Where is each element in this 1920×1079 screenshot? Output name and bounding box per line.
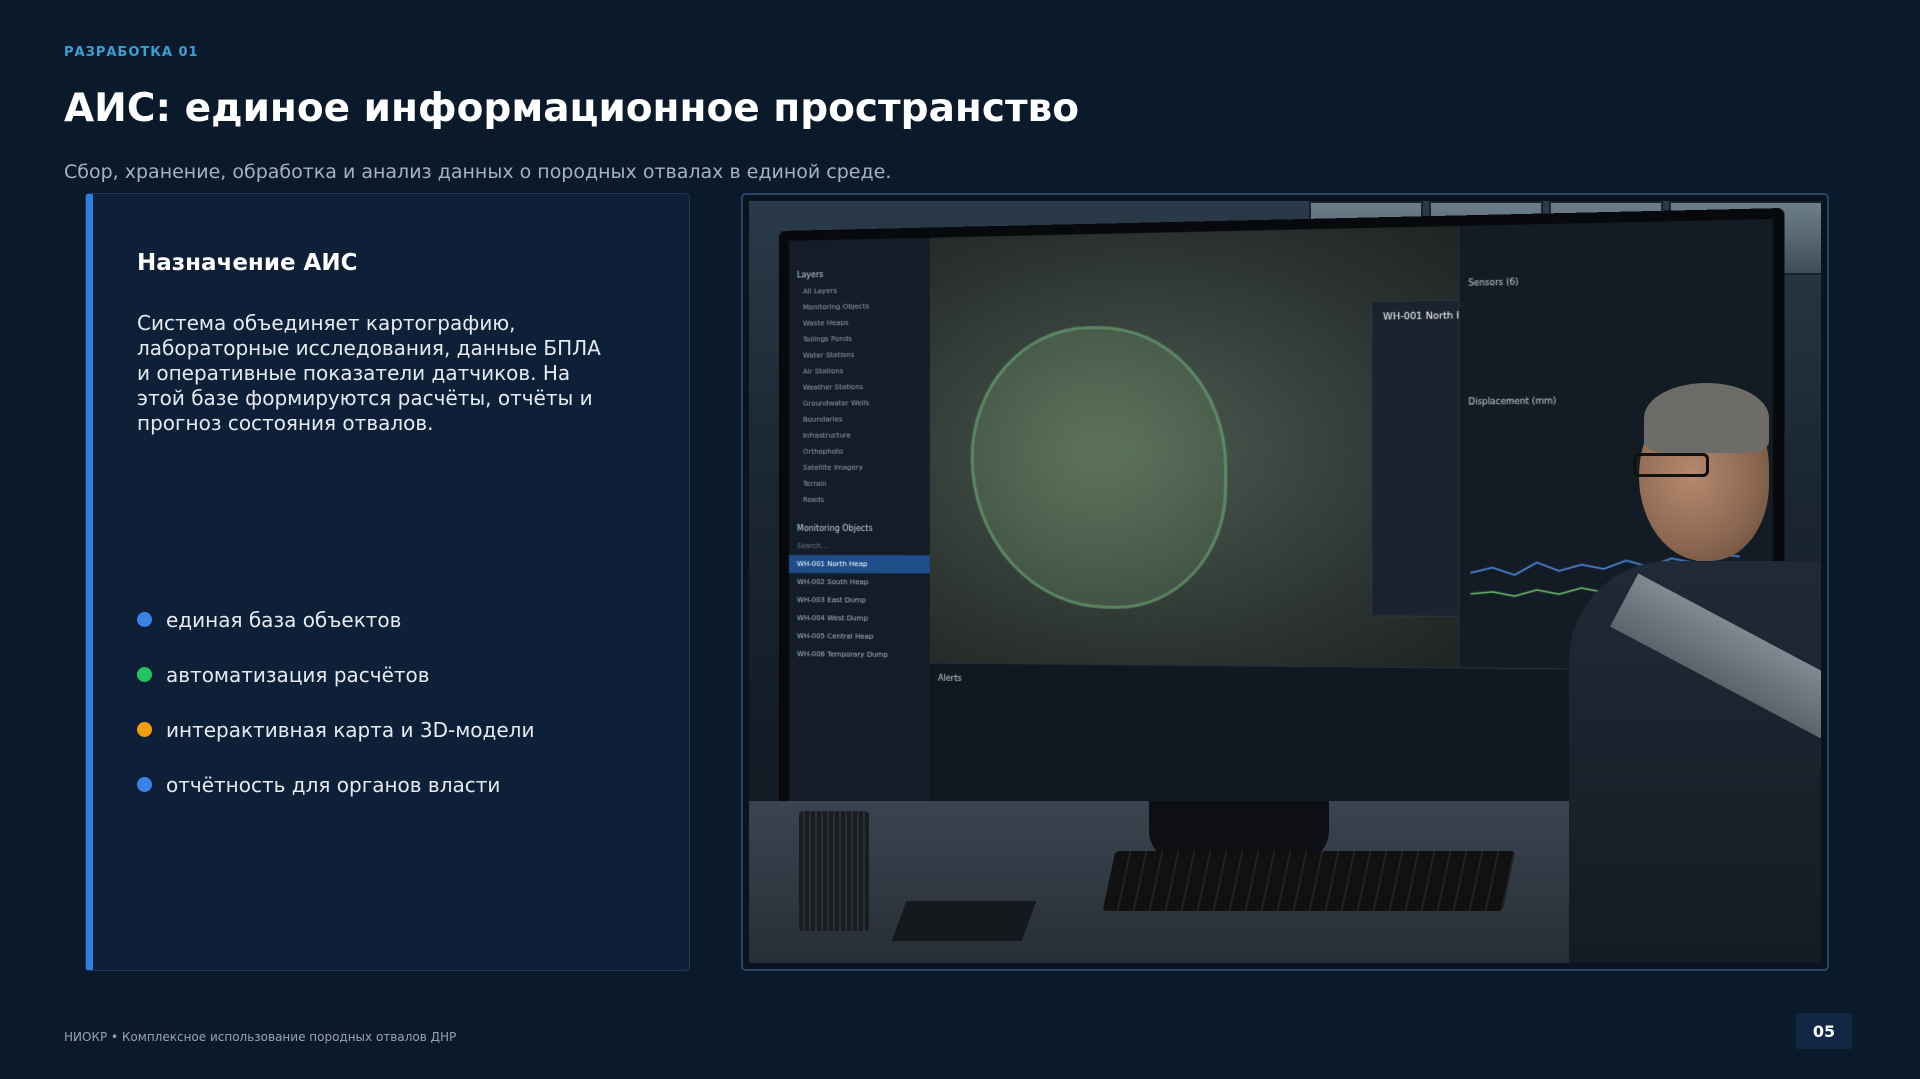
- feature-label: единая база объектов: [166, 608, 401, 632]
- photo-frame: Layers All Layers Monitoring Objects Was…: [741, 193, 1829, 971]
- layer-item: Roads: [789, 492, 930, 508]
- object-item: WH-006 Temporary Dump: [789, 645, 930, 664]
- layer-item: Orthophoto: [789, 443, 930, 460]
- layer-item: Groundwater Wells: [789, 394, 930, 411]
- layer-item: Water Stations: [789, 346, 930, 364]
- object-search: Search...: [789, 537, 930, 555]
- purpose-card: Назначение АИС Система объединяет картог…: [85, 193, 690, 971]
- object-item: WH-004 West Dump: [789, 609, 930, 628]
- page-subtitle: Сбор, хранение, обработка и анализ данны…: [64, 161, 891, 183]
- card-description: Система объединяет картографию, лаборато…: [137, 311, 607, 436]
- slide: РАЗРАБОТКА 01 АИС: единое информационное…: [0, 0, 1920, 1079]
- operator-person: [1549, 361, 1821, 963]
- notebook: [892, 901, 1037, 941]
- layer-item: Tailings Ponds: [789, 330, 930, 348]
- layer-item: Air Stations: [789, 362, 930, 380]
- layer-item: Boundaries: [789, 411, 930, 428]
- feature-item: единая база объектов: [137, 592, 534, 647]
- page-title: АИС: единое информационное пространство: [64, 86, 1079, 131]
- card-heading: Назначение АИС: [137, 250, 357, 276]
- footer-text: НИОКР • Комплексное использование породн…: [64, 1030, 456, 1044]
- object-item: WH-005 Central Heap: [789, 627, 930, 646]
- card-accent-bar: [86, 194, 93, 970]
- feature-label: автоматизация расчётов: [166, 663, 430, 687]
- sensors-title: Sensors (6): [1460, 219, 1775, 292]
- bullet-dot-icon: [137, 612, 152, 627]
- pen-cup: [799, 811, 869, 931]
- waste-heap-outline: [971, 324, 1228, 609]
- feature-label: отчётность для органов власти: [166, 773, 500, 797]
- page-number: 05: [1796, 1013, 1852, 1049]
- feature-label: интерактивная карта и 3D-модели: [166, 718, 534, 742]
- feature-item: отчётность для органов власти: [137, 757, 534, 812]
- screen-map: WH-001 North Heap: [930, 226, 1459, 667]
- bullet-dot-icon: [137, 777, 152, 792]
- section-kicker: РАЗРАБОТКА 01: [64, 45, 199, 60]
- object-item: WH-002 South Heap: [789, 573, 930, 592]
- screen-sidebar: Layers All Layers Monitoring Objects Was…: [789, 238, 931, 835]
- bullet-dot-icon: [137, 722, 152, 737]
- layer-item: Infrastructure: [789, 427, 930, 444]
- layer-item: Weather Stations: [789, 378, 930, 396]
- object-item: WH-001 North Heap: [789, 555, 930, 573]
- layers-title: Layers: [789, 238, 930, 284]
- operator-photo: Layers All Layers Monitoring Objects Was…: [749, 201, 1821, 963]
- layer-item: Satellite Imagery: [789, 459, 930, 476]
- keyboard: [1103, 851, 1516, 911]
- glasses-icon: [1633, 453, 1709, 477]
- object-item: WH-003 East Dump: [789, 591, 930, 610]
- feature-item: интерактивная карта и 3D-модели: [137, 702, 534, 757]
- feature-item: автоматизация расчётов: [137, 647, 534, 702]
- bullet-dot-icon: [137, 667, 152, 682]
- layer-item: Terrain: [789, 475, 930, 492]
- objects-title: Monitoring Objects: [789, 508, 930, 537]
- feature-list: единая база объектов автоматизация расчё…: [137, 592, 534, 812]
- operator-hair: [1644, 383, 1769, 453]
